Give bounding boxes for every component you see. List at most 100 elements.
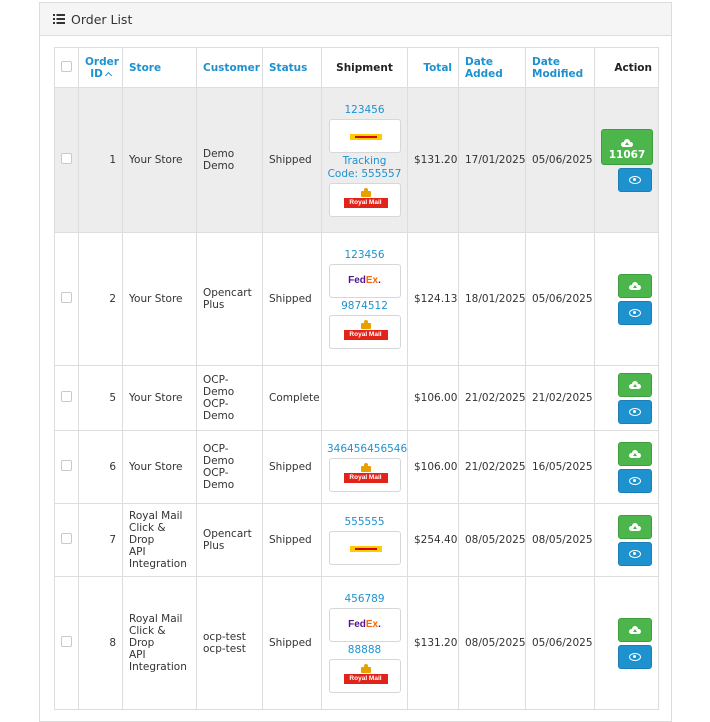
date-added-cell: 08/05/2025: [458, 503, 526, 577]
sort-status-link[interactable]: Status: [262, 47, 322, 88]
sort-store-link[interactable]: Store: [122, 47, 197, 88]
view-order-button[interactable]: [618, 468, 652, 493]
tracking-link[interactable]: 88888: [327, 644, 402, 657]
tracking-link[interactable]: 346456456546: [327, 443, 407, 456]
order-id: 6: [78, 430, 123, 504]
store-cell: Royal Mail Click & Drop API Integration: [122, 503, 197, 577]
sort-date-modified-link[interactable]: Date Modified: [525, 47, 595, 88]
customer-line: ocp-test: [203, 631, 246, 643]
store-text: Your Store: [129, 293, 183, 305]
view-order-button[interactable]: [618, 300, 652, 325]
customer-line: Demo: [203, 160, 235, 172]
sort-order-id-link[interactable]: Order ID: [78, 47, 123, 88]
royal-mail-logo: Royal Mail: [343, 187, 388, 214]
tracking-link[interactable]: 9874512: [327, 300, 402, 313]
table-row: 7 Royal Mail Click & Drop API Integration Ope…: [54, 503, 659, 577]
tracking-link[interactable]: 555555: [327, 516, 402, 529]
total-cell: $254.40: [407, 503, 459, 577]
status-cell: Shipped: [262, 503, 322, 577]
shipment-cell: 456789 FedEx. 88888 Royal Mail: [321, 576, 408, 710]
date-added-cell: 08/05/2025: [458, 576, 526, 710]
store-line: API: [129, 649, 146, 661]
sort-asc-icon: [104, 71, 112, 79]
upload-shipment-button[interactable]: [618, 441, 652, 466]
table-row: 2 Your Store Opencart Plus Shipped 123456 FedE…: [54, 232, 659, 366]
customer-line: Plus: [203, 540, 225, 552]
date-added-header-line2: Added: [465, 67, 503, 80]
customer-cell: Demo Demo: [196, 87, 263, 233]
date-modified-header-line1: Date: [532, 55, 560, 68]
carrier-logo-box: Royal Mail: [328, 457, 401, 492]
row-checkbox[interactable]: [61, 292, 72, 303]
tracking-link[interactable]: 123456: [327, 249, 402, 262]
view-order-button[interactable]: [618, 167, 652, 192]
customer-line: Plus: [203, 299, 225, 311]
customer-line: OCP-Demo: [203, 467, 235, 491]
store-cell: Your Store: [122, 430, 197, 504]
upload-shipment-button[interactable]: [618, 617, 652, 642]
row-checkbox[interactable]: [61, 153, 72, 164]
date-added-cell: 21/02/2025: [458, 430, 526, 504]
store-line: Integration: [129, 661, 187, 673]
shipment-cell: 123456 Tracking Code: 555557 Royal Mail: [321, 87, 408, 233]
total-cell: $131.20: [407, 87, 459, 233]
upload-shipment-button[interactable]: [618, 514, 652, 539]
upload-shipment-button[interactable]: 11067: [601, 128, 653, 165]
carrier-logo-box: Royal Mail: [328, 182, 401, 217]
shipment-cell: 555555: [321, 503, 408, 577]
customer-line: Opencart: [203, 528, 252, 540]
view-order-button[interactable]: [618, 541, 652, 566]
fedex-logo: FedEx.: [348, 275, 381, 286]
select-all-checkbox[interactable]: [61, 60, 72, 72]
tracking-link[interactable]: 456789: [327, 593, 402, 606]
row-checkbox[interactable]: [61, 636, 72, 647]
carrier-logo-box: [328, 530, 401, 565]
sort-customer-link[interactable]: Customer: [196, 47, 263, 88]
customer-line: Demo: [203, 148, 235, 160]
customer-line: ocp-test: [203, 643, 246, 655]
date-modified-cell: 21/02/2025: [525, 365, 595, 431]
total-cell: $106.00: [407, 430, 459, 504]
upload-shipment-button[interactable]: [618, 372, 652, 397]
order-list-panel: Order List Order ID Store Customer Statu…: [39, 2, 672, 722]
tracking-link[interactable]: 123456: [327, 104, 402, 117]
row-checkbox[interactable]: [61, 460, 72, 471]
panel-heading: Order List: [40, 3, 671, 36]
total-cell: $106.00: [407, 365, 459, 431]
store-line: Click & Drop: [129, 625, 166, 649]
store-text: Your Store: [129, 154, 183, 166]
shipment-cell: 123456 FedEx. 9874512 Royal Mail: [321, 232, 408, 366]
select-cell: [54, 232, 79, 366]
total-cell: $124.13: [407, 232, 459, 366]
date-modified-header-line2: Modified: [532, 67, 584, 80]
tracking-link[interactable]: Tracking Code: 555557: [327, 155, 402, 181]
store-text: Your Store: [129, 461, 183, 473]
date-modified-cell: 05/06/2025: [525, 87, 595, 233]
store-line: Click & Drop: [129, 522, 166, 546]
order-id: 2: [78, 232, 123, 366]
view-order-button[interactable]: [618, 644, 652, 669]
date-added-cell: 17/01/2025: [458, 87, 526, 233]
customer-cell: OCP-Demo OCP-Demo: [196, 365, 263, 431]
action-cell: 11067: [594, 87, 659, 233]
status-cell: Shipped: [262, 430, 322, 504]
order-rows: 1 Your Store Demo Demo Shipped 123456 Tracking…: [54, 87, 659, 710]
sort-total-link[interactable]: Total: [407, 47, 459, 88]
store-line: Royal Mail: [129, 510, 183, 522]
royal-mail-logo: Royal Mail: [343, 320, 388, 346]
crown-icon: [360, 187, 371, 197]
select-all-cell: [54, 47, 79, 88]
view-order-button[interactable]: [618, 399, 652, 424]
table-row: 5 Your Store OCP-Demo OCP-Demo Complete $106.…: [54, 365, 659, 431]
upload-shipment-button[interactable]: [618, 273, 652, 298]
royal-mail-logo: Royal Mail: [343, 462, 388, 489]
row-checkbox[interactable]: [61, 533, 72, 544]
row-checkbox[interactable]: [61, 391, 72, 402]
eye-icon: [629, 407, 641, 416]
fedex-logo: FedEx.: [348, 619, 381, 630]
carrier-logo-box: Royal Mail: [328, 315, 401, 349]
shipment-cell: [321, 365, 408, 431]
sort-date-added-link[interactable]: Date Added: [458, 47, 526, 88]
crown-icon: [360, 462, 371, 472]
order-id: 5: [78, 365, 123, 431]
